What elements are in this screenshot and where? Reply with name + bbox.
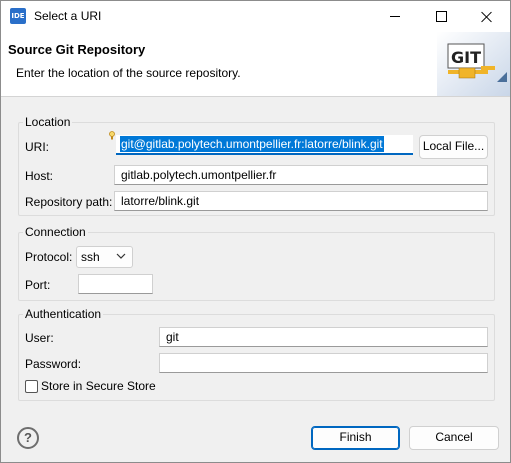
wizard-banner: Source Git Repository Enter the location…	[1, 32, 510, 97]
chevron-down-icon	[116, 253, 126, 259]
maximize-button[interactable]	[418, 1, 464, 32]
repository-path-label: Repository path:	[25, 195, 113, 209]
uri-input-value: git@gitlab.polytech.umontpellier.fr:lato…	[120, 136, 384, 152]
port-label: Port:	[25, 278, 51, 292]
finish-button[interactable]: Finish	[311, 426, 400, 450]
connection-group-label: Connection	[23, 225, 88, 239]
uri-label: URI:	[25, 140, 49, 154]
close-icon	[481, 11, 493, 23]
window-title: Select a URI	[34, 9, 102, 23]
user-input[interactable]: git	[159, 327, 488, 347]
host-label: Host:	[25, 169, 54, 183]
banner-title: Source Git Repository	[8, 42, 146, 57]
port-input[interactable]	[78, 274, 153, 294]
protocol-select-value: ssh	[81, 250, 100, 264]
select-uri-dialog: IDE Select a URI Source Git Repository E…	[0, 0, 511, 463]
content-assist-bulb-icon	[109, 131, 115, 140]
maximize-icon	[435, 11, 447, 22]
title-bar[interactable]: IDE Select a URI	[1, 1, 510, 32]
local-file-button[interactable]: Local File...	[419, 135, 488, 159]
cancel-button[interactable]: Cancel	[409, 426, 499, 450]
git-logo-text: GIT	[451, 48, 481, 67]
help-icon[interactable]: ?	[17, 427, 39, 449]
authentication-group-label: Authentication	[23, 307, 104, 321]
store-in-secure-store-checkbox[interactable]	[25, 380, 38, 393]
repository-path-input[interactable]: latorre/blink.git	[114, 191, 488, 211]
close-button[interactable]	[464, 1, 510, 32]
minimize-button[interactable]	[372, 1, 418, 32]
protocol-label: Protocol:	[25, 250, 73, 264]
store-in-secure-store-label[interactable]: Store in Secure Store	[41, 379, 156, 393]
banner-description: Enter the location of the source reposit…	[16, 66, 241, 80]
password-label: Password:	[25, 357, 82, 371]
protocol-select[interactable]: ssh	[76, 246, 133, 268]
host-input[interactable]: gitlab.polytech.umontpellier.fr	[114, 165, 488, 185]
location-group-label: Location	[23, 115, 73, 129]
uri-input[interactable]: git@gitlab.polytech.umontpellier.fr:lato…	[116, 135, 413, 155]
ide-app-icon: IDE	[10, 8, 26, 24]
minimize-icon	[390, 16, 400, 17]
password-input[interactable]	[159, 353, 488, 373]
git-logo-icon: GIT	[437, 32, 510, 96]
user-label: User:	[25, 331, 54, 345]
